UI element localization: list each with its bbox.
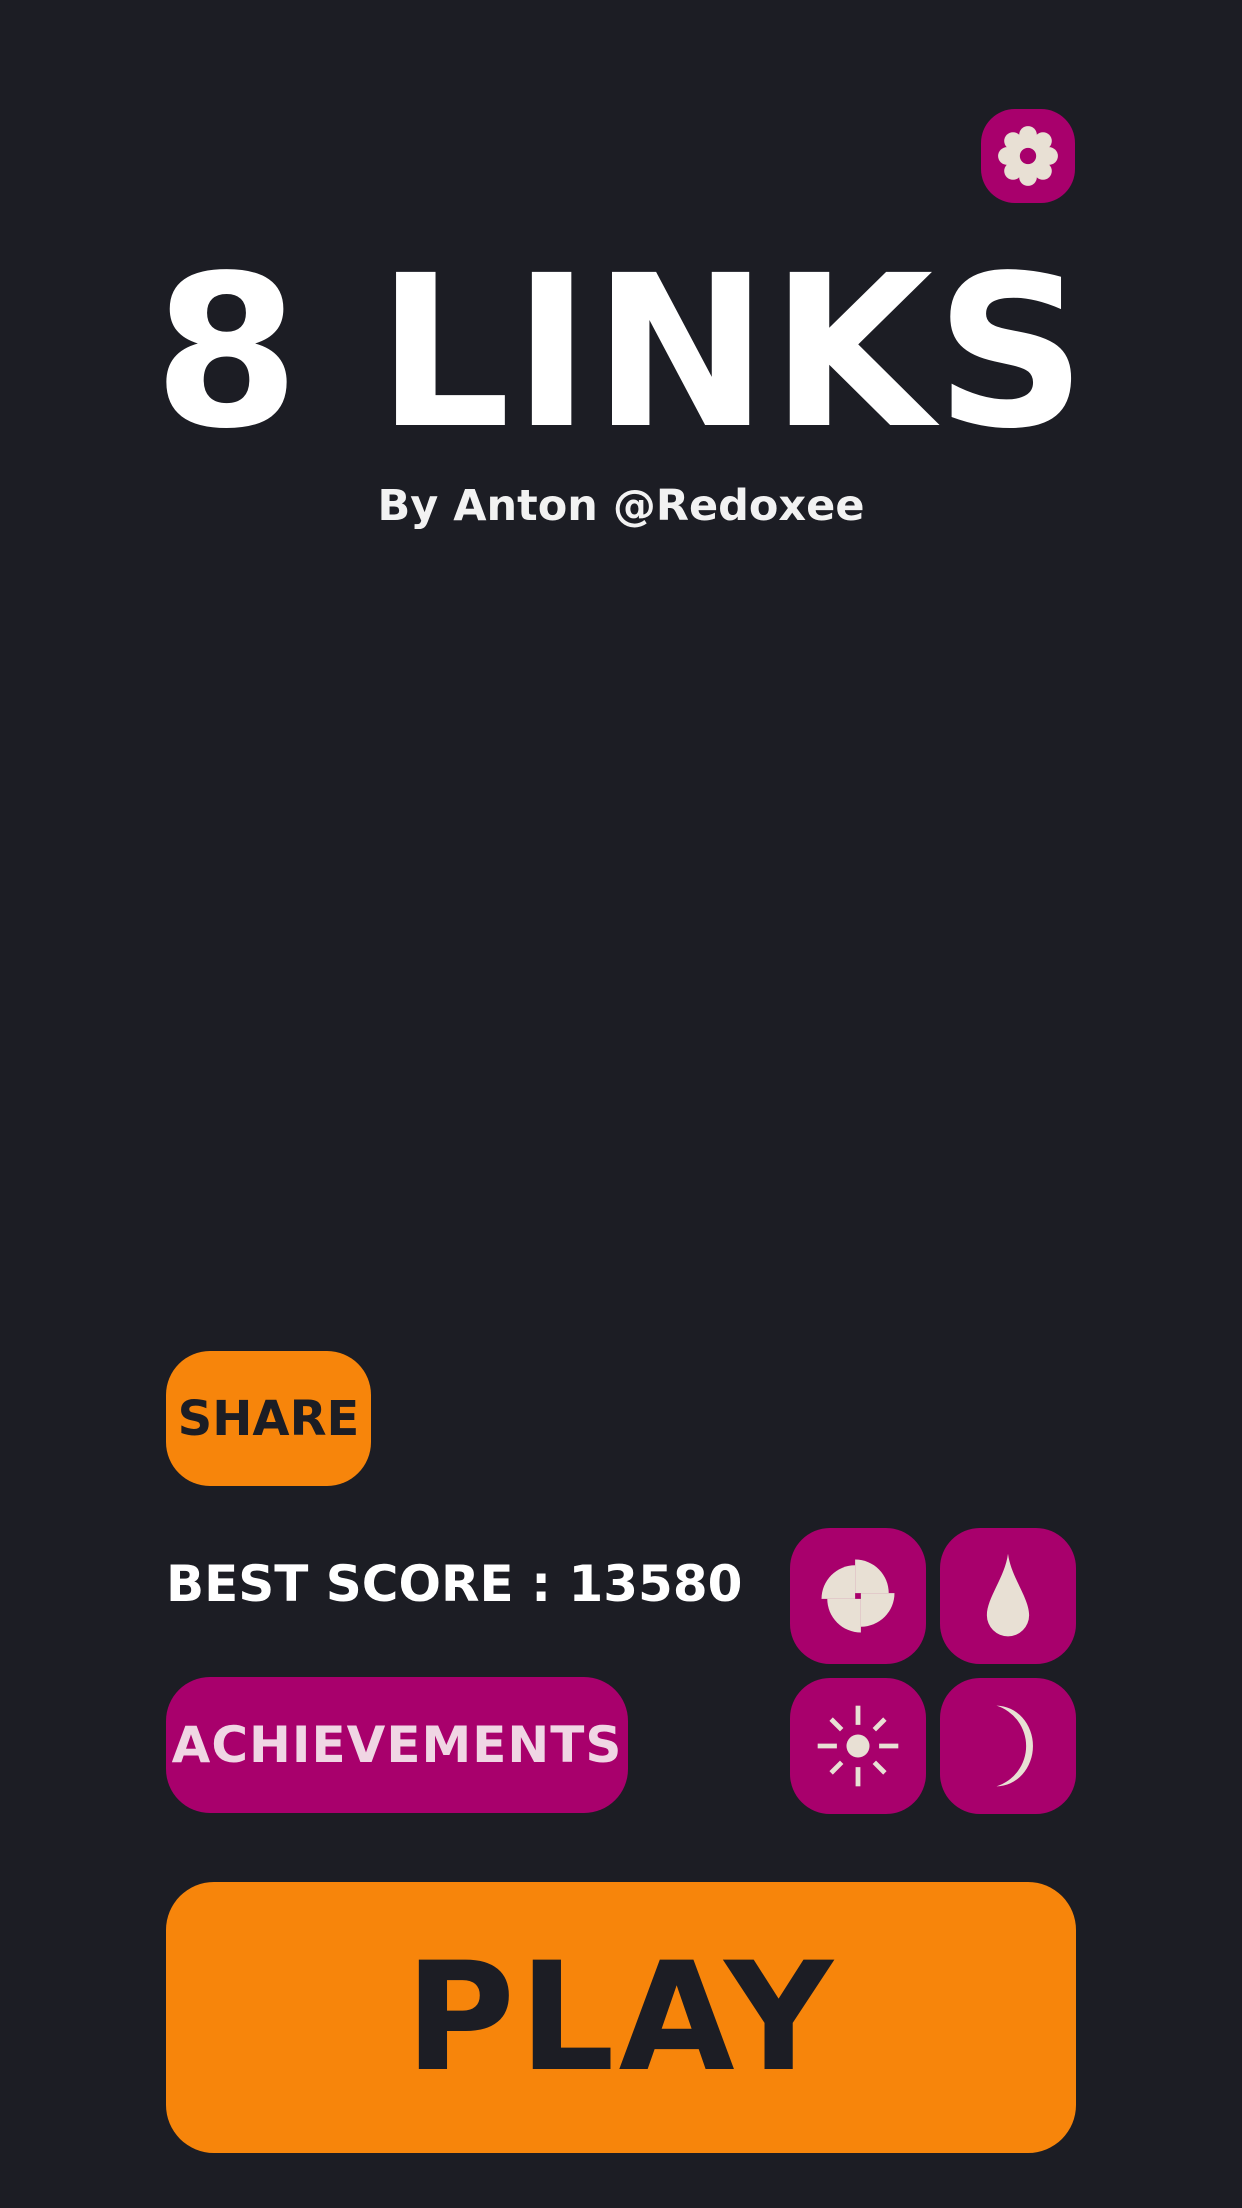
gear-icon	[998, 126, 1058, 186]
share-button[interactable]: SHARE	[166, 1351, 371, 1486]
pinwheel-icon	[821, 1559, 895, 1633]
sun-icon	[817, 1705, 899, 1787]
game-title: 8 LINKS	[153, 230, 1089, 475]
main-menu-screen: 8 LINKS By Anton @Redoxee SHARE BEST SCO…	[0, 0, 1242, 2208]
moon-icon	[996, 1705, 1033, 1787]
theme-drop-button[interactable]	[940, 1528, 1076, 1664]
play-button[interactable]: PLAY	[166, 1882, 1076, 2153]
theme-sun-button[interactable]	[790, 1678, 926, 1814]
theme-moon-button[interactable]	[940, 1678, 1076, 1814]
settings-button[interactable]	[981, 109, 1075, 203]
drop-icon	[986, 1553, 1030, 1637]
author-credit: By Anton @Redoxee	[377, 481, 865, 531]
best-score-label: BEST SCORE : 13580	[166, 1555, 743, 1613]
theme-pinwheel-button[interactable]	[790, 1528, 926, 1664]
achievements-button[interactable]: ACHIEVEMENTS	[166, 1677, 628, 1813]
